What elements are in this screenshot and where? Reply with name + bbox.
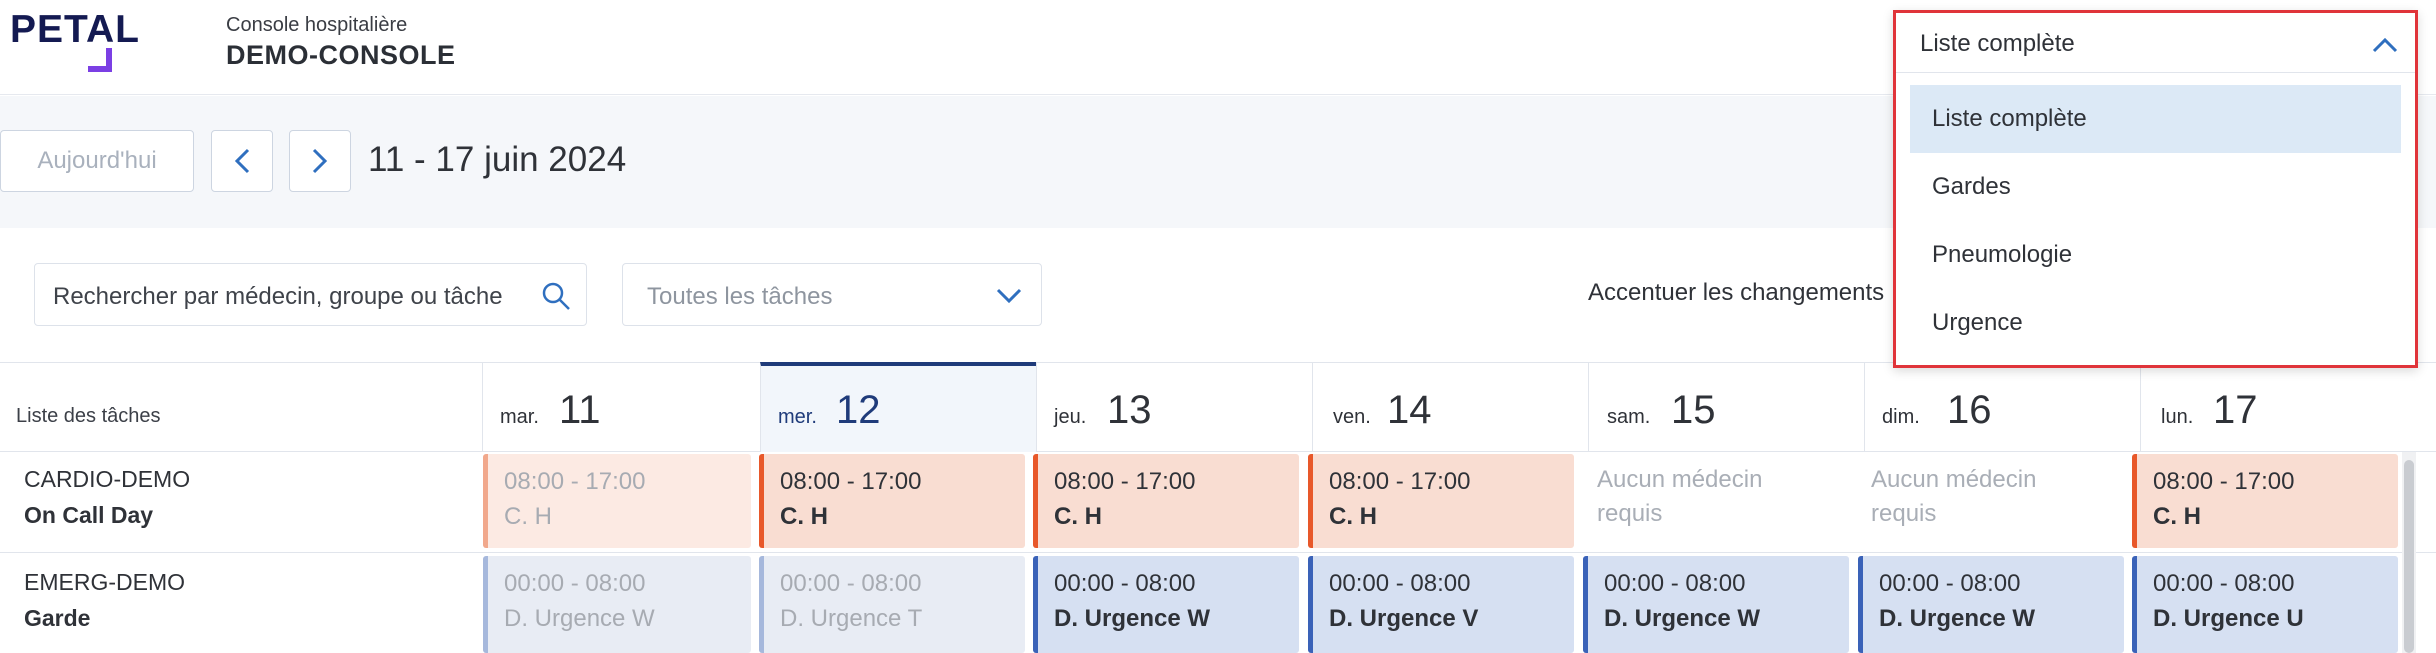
shift-block[interactable]: 00:00 - 08:00 D. Urgence W <box>483 556 751 653</box>
chevron-left-icon <box>234 148 250 174</box>
no-doctor-line2: requis <box>1597 500 1663 527</box>
no-doctor-line2: requis <box>1871 500 1937 527</box>
day-abbr: mer. <box>778 406 817 428</box>
shift-block[interactable]: 00:00 - 08:00 D. Urgence V <box>1308 556 1574 653</box>
task-row-subtitle: Garde <box>24 605 91 631</box>
shift-time: 00:00 - 08:00 <box>1329 570 1471 597</box>
day-header-11[interactable]: mar. 11 <box>482 362 760 452</box>
task-list-label: Liste des tâches <box>16 405 161 427</box>
shift-time: 00:00 - 08:00 <box>1604 570 1746 597</box>
dropdown-option-liste-complete[interactable]: Liste complète <box>1910 85 2401 153</box>
shift-block[interactable]: 08:00 - 17:00 C. H <box>483 454 751 548</box>
task-row-title: CARDIO-DEMO <box>24 466 191 492</box>
shift-doctor: C. H <box>1329 503 1377 530</box>
search-icon[interactable] <box>540 280 572 312</box>
next-week-button[interactable] <box>289 130 351 192</box>
day-header-16[interactable]: dim. 16 <box>1864 362 2140 452</box>
console-subtitle: Console hospitalière <box>226 14 408 36</box>
day-abbr: ven. <box>1333 406 1371 428</box>
day-number: 11 <box>559 388 601 432</box>
dropdown-option-urgence[interactable]: Urgence <box>1910 289 2401 357</box>
shift-doctor: D. Urgence V <box>1329 605 1479 632</box>
today-button[interactable]: Aujourd'hui <box>0 130 194 192</box>
shift-doctor: C. H <box>780 503 828 530</box>
dropdown-header[interactable]: Liste complète <box>1896 13 2415 73</box>
shift-doctor: C. H <box>1054 503 1102 530</box>
shift-time: 00:00 - 08:00 <box>1879 570 2021 597</box>
dropdown-option-pneumologie[interactable]: Pneumologie <box>1910 221 2401 289</box>
accent-changes-label[interactable]: Accentuer les changements <box>1588 279 1884 307</box>
view-list-dropdown[interactable]: Liste complète Liste complète Gardes Pne… <box>1893 10 2418 368</box>
shift-doctor: D. Urgence W <box>1054 605 1211 632</box>
day-header-13[interactable]: jeu. 13 <box>1036 362 1312 452</box>
shift-block[interactable]: 08:00 - 17:00 C. H <box>2132 454 2398 548</box>
shift-block[interactable]: 00:00 - 08:00 D. Urgence W <box>1033 556 1299 653</box>
shift-time: 08:00 - 17:00 <box>1054 468 1196 495</box>
shift-block[interactable]: 08:00 - 17:00 C. H <box>1033 454 1299 548</box>
day-number: 17 <box>2213 388 2258 432</box>
dropdown-option-gardes[interactable]: Gardes <box>1910 153 2401 221</box>
date-range-label: 11 - 17 juin 2024 <box>368 140 627 179</box>
shift-doctor: D. Urgence T <box>780 605 923 632</box>
logo-mark-icon <box>88 48 112 72</box>
console-title[interactable]: DEMO-CONSOLE <box>226 40 456 71</box>
shift-block[interactable]: 00:00 - 08:00 D. Urgence W <box>1583 556 1849 653</box>
dropdown-selected-value: Liste complète <box>1920 30 2075 57</box>
shift-time: 08:00 - 17:00 <box>504 468 646 495</box>
search-placeholder: Rechercher par médecin, groupe ou tâche <box>53 283 503 310</box>
task-filter-select[interactable]: Toutes les tâches <box>622 263 1042 326</box>
shift-time: 08:00 - 17:00 <box>1329 468 1471 495</box>
shift-time: 00:00 - 08:00 <box>2153 570 2295 597</box>
day-header-17[interactable]: lun. 17 <box>2140 362 2416 452</box>
shift-time: 08:00 - 17:00 <box>780 468 922 495</box>
shift-time: 08:00 - 17:00 <box>2153 468 2295 495</box>
shift-time: 00:00 - 08:00 <box>1054 570 1196 597</box>
task-row-title: EMERG-DEMO <box>24 569 185 595</box>
search-input[interactable]: Rechercher par médecin, groupe ou tâche <box>34 263 587 326</box>
day-number: 12 <box>836 388 881 432</box>
shift-doctor: D. Urgence W <box>504 605 655 632</box>
prev-week-button[interactable] <box>211 130 273 192</box>
no-doctor-required: Aucun médecin requis <box>1597 463 1762 531</box>
chevron-right-icon <box>312 148 328 174</box>
task-row-subtitle: On Call Day <box>24 502 154 528</box>
day-header-15[interactable]: sam. 15 <box>1588 362 1864 452</box>
day-number: 16 <box>1947 388 1992 432</box>
day-number: 13 <box>1107 388 1152 432</box>
day-number: 14 <box>1387 388 1432 432</box>
shift-block[interactable]: 08:00 - 17:00 C. H <box>1308 454 1574 548</box>
day-abbr: lun. <box>2161 406 2194 428</box>
day-abbr: mar. <box>500 406 539 428</box>
shift-doctor: D. Urgence W <box>1879 605 2036 632</box>
day-header-14[interactable]: ven. 14 <box>1312 362 1588 452</box>
shift-block[interactable]: 00:00 - 08:00 D. Urgence T <box>759 556 1025 653</box>
scrollbar-thumb[interactable] <box>2404 460 2414 653</box>
chevron-down-icon <box>996 288 1022 304</box>
shift-block[interactable]: 08:00 - 17:00 C. H <box>759 454 1025 548</box>
task-filter-value: Toutes les tâches <box>647 283 833 310</box>
shift-doctor: C. H <box>504 503 552 530</box>
day-abbr: sam. <box>1607 406 1651 428</box>
shift-block[interactable]: 00:00 - 08:00 D. Urgence W <box>1858 556 2124 653</box>
shift-doctor: C. H <box>2153 503 2201 530</box>
no-doctor-line1: Aucun médecin <box>1871 466 2037 493</box>
day-abbr: dim. <box>1882 406 1920 428</box>
day-header-12[interactable]: mer. 12 <box>760 362 1036 452</box>
day-number: 15 <box>1671 388 1716 432</box>
no-doctor-line1: Aucun médecin <box>1597 466 1763 493</box>
shift-block[interactable]: 00:00 - 08:00 D. Urgence U <box>2132 556 2398 653</box>
chevron-up-icon[interactable] <box>2371 35 2399 55</box>
shift-doctor: D. Urgence U <box>2153 605 2304 632</box>
shift-time: 00:00 - 08:00 <box>780 570 922 597</box>
shift-time: 00:00 - 08:00 <box>504 570 646 597</box>
petal-logo[interactable]: PETAL <box>10 8 140 52</box>
no-doctor-required: Aucun médecin requis <box>1871 463 2036 531</box>
day-abbr: jeu. <box>1054 406 1087 428</box>
shift-doctor: D. Urgence W <box>1604 605 1761 632</box>
